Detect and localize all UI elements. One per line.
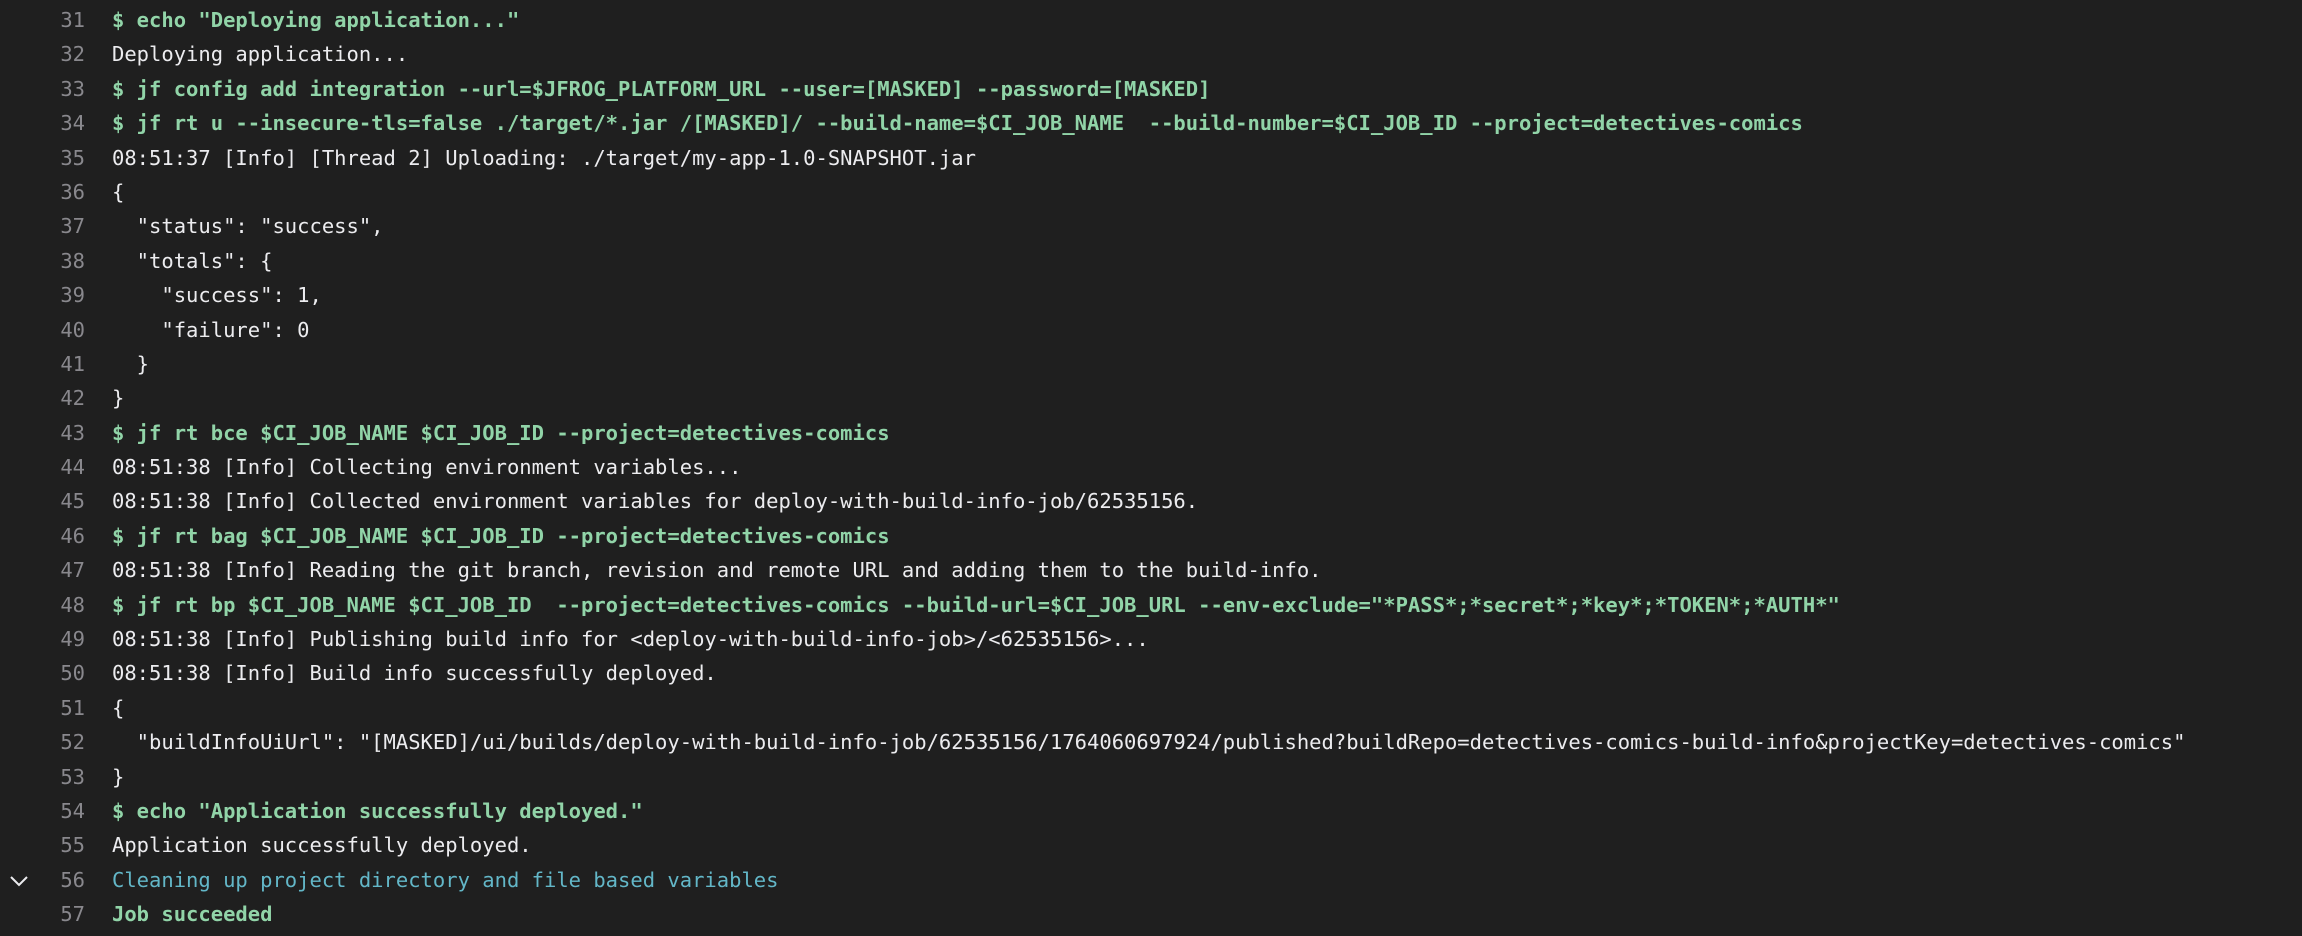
log-text: $ jf rt bag $CI_JOB_NAME $CI_JOB_ID --pr…: [112, 523, 890, 548]
line-number[interactable]: 43: [0, 416, 85, 450]
log-text: $ jf rt bce $CI_JOB_NAME $CI_JOB_ID --pr…: [112, 420, 890, 445]
line-number[interactable]: 54: [0, 794, 85, 828]
line-number[interactable]: 38: [0, 244, 85, 278]
log-line: 50 08:51:38 [Info] Build info successfull…: [0, 656, 2302, 690]
log-line: 43 $ jf rt bce $CI_JOB_NAME $CI_JOB_ID --…: [0, 416, 2302, 450]
log-line: 54 $ echo "Application successfully deplo…: [0, 794, 2302, 828]
log-line: 57 Job succeeded: [0, 897, 2302, 931]
log-text: }: [112, 386, 125, 411]
log-text: }: [112, 764, 125, 789]
line-number[interactable]: 41: [0, 347, 85, 381]
line-number[interactable]: 45: [0, 484, 85, 518]
line-number[interactable]: 44: [0, 450, 85, 484]
log-line: 32 Deploying application...: [0, 37, 2302, 71]
line-number[interactable]: 55: [0, 828, 85, 862]
log-line: 55 Application successfully deployed.: [0, 828, 2302, 862]
log-line: 40 "failure": 0: [0, 313, 2302, 347]
line-number[interactable]: 37: [0, 209, 85, 243]
log-text: 08:51:37 [Info] [Thread 2] Uploading: ./…: [112, 145, 976, 170]
line-number[interactable]: 50: [0, 656, 85, 690]
log-text: 08:51:38 [Info] Collected environment va…: [112, 489, 1199, 514]
log-line: 51 {: [0, 691, 2302, 725]
log-line: 41 }: [0, 347, 2302, 381]
line-number[interactable]: 36: [0, 175, 85, 209]
line-number[interactable]: 42: [0, 381, 85, 415]
line-number[interactable]: 33: [0, 72, 85, 106]
log-line: 53}: [0, 760, 2302, 794]
log-text: "success": 1,: [112, 283, 322, 308]
log-section-header[interactable]: 56 Cleaning up project directory and file…: [0, 863, 2302, 897]
line-number[interactable]: 56: [0, 863, 85, 897]
line-number[interactable]: 35: [0, 141, 85, 175]
log-text: 08:51:38 [Info] Publishing build info fo…: [112, 627, 1149, 652]
log-text: Application successfully deployed.: [112, 833, 532, 858]
log-text: {: [112, 179, 125, 204]
log-text: }: [112, 351, 150, 376]
line-number[interactable]: 46: [0, 519, 85, 553]
line-number[interactable]: 34: [0, 106, 85, 140]
line-number[interactable]: 48: [0, 588, 85, 622]
log-line: 31 $ echo "Deploying application...": [0, 3, 2302, 37]
log-text: "buildInfoUiUrl": "[MASKED]/ui/builds/de…: [112, 730, 2186, 755]
log-text: 08:51:38 [Info] Reading the git branch, …: [112, 558, 1322, 583]
log-text: $ jf config add integration --url=$JFROG…: [112, 76, 1211, 101]
log-text: $ jf rt u --insecure-tls=false ./target/…: [112, 111, 1803, 136]
log-line: 46 $ jf rt bag $CI_JOB_NAME $CI_JOB_ID --…: [0, 519, 2302, 553]
log-text: Job succeeded: [112, 902, 273, 927]
line-number[interactable]: 51: [0, 691, 85, 725]
log-text: 08:51:38 [Info] Collecting environment v…: [112, 455, 742, 480]
line-number[interactable]: 32: [0, 37, 85, 71]
log-text: $ echo "Application successfully deploye…: [112, 798, 643, 823]
line-number[interactable]: 31: [0, 3, 85, 37]
log-line: 47 08:51:38 [Info] Reading the git branch…: [0, 553, 2302, 587]
log-text: $ jf rt bp $CI_JOB_NAME $CI_JOB_ID --pro…: [112, 592, 1840, 617]
line-number[interactable]: 53: [0, 760, 85, 794]
log-text: "failure": 0: [112, 317, 310, 342]
line-number[interactable]: 49: [0, 622, 85, 656]
log-line: 48 $ jf rt bp $CI_JOB_NAME $CI_JOB_ID --p…: [0, 588, 2302, 622]
log-text: 08:51:38 [Info] Build info successfully …: [112, 661, 717, 686]
log-line: 33 $ jf config add integration --url=$JFR…: [0, 72, 2302, 106]
log-text: Deploying application...: [112, 42, 409, 67]
job-log: 31 $ echo "Deploying application..." 32 Dep…: [0, 0, 2302, 932]
log-line: 44 08:51:38 [Info] Collecting environment…: [0, 450, 2302, 484]
log-line: 49 08:51:38 [Info] Publishing build info …: [0, 622, 2302, 656]
log-line: 39 "success": 1,: [0, 278, 2302, 312]
log-line: 37 "status": "success",: [0, 209, 2302, 243]
log-line: 52 "buildInfoUiUrl": "[MASKED]/ui/builds…: [0, 725, 2302, 759]
log-line: 38 "totals": {: [0, 244, 2302, 278]
line-number[interactable]: 57: [0, 897, 85, 931]
log-text: $ echo "Deploying application...": [112, 8, 520, 32]
log-line: 42}: [0, 381, 2302, 415]
log-text: {: [112, 695, 125, 720]
line-number[interactable]: 52: [0, 725, 85, 759]
log-line: 45 08:51:38 [Info] Collected environment …: [0, 484, 2302, 518]
log-text: Cleaning up project directory and file b…: [112, 867, 779, 892]
line-number[interactable]: 47: [0, 553, 85, 587]
log-line: 36 {: [0, 175, 2302, 209]
log-text: "totals": {: [112, 248, 273, 273]
log-line: 35 08:51:37 [Info] [Thread 2] Uploading: …: [0, 141, 2302, 175]
line-number[interactable]: 40: [0, 313, 85, 347]
log-text: "status": "success",: [112, 214, 384, 239]
log-line: 34 $ jf rt u --insecure-tls=false ./targe…: [0, 106, 2302, 140]
line-number[interactable]: 39: [0, 278, 85, 312]
